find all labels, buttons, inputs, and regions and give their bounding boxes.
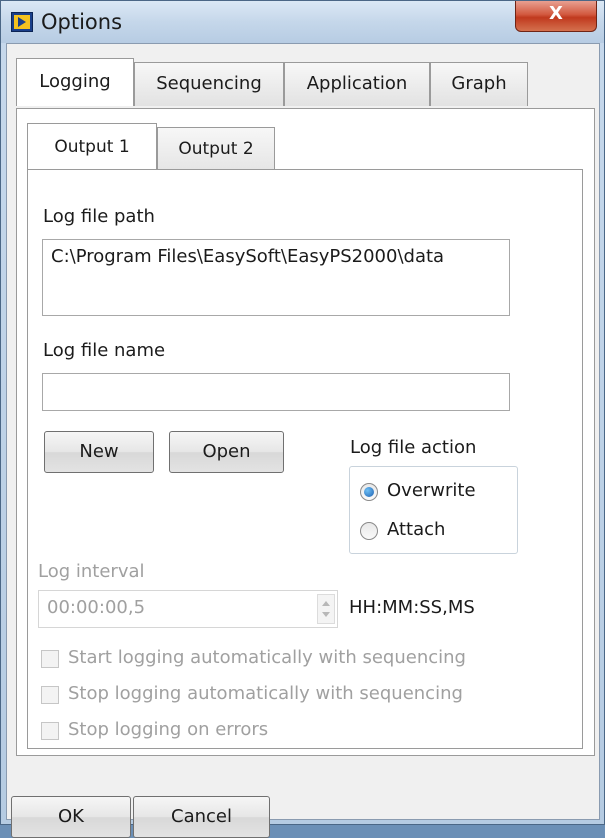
interval-format-label: HH:MM:SS,MS bbox=[349, 597, 475, 618]
log-file-action-group: Overwrite Attach bbox=[349, 466, 518, 554]
start-auto-checkbox[interactable] bbox=[41, 650, 59, 668]
log-file-action-label: Log file action bbox=[350, 437, 477, 458]
app-icon bbox=[11, 12, 33, 32]
stop-auto-checkbox[interactable] bbox=[41, 686, 59, 704]
tab-sequencing[interactable]: Sequencing bbox=[134, 62, 284, 106]
title-bar[interactable]: Options X bbox=[1, 1, 604, 43]
tab-application[interactable]: Application bbox=[284, 62, 430, 106]
attach-label[interactable]: Attach bbox=[387, 519, 445, 540]
log-interval-value: 00:00:00,5 bbox=[47, 597, 146, 618]
overwrite-radio[interactable] bbox=[360, 483, 378, 501]
open-button[interactable]: Open bbox=[169, 431, 284, 473]
overwrite-label[interactable]: Overwrite bbox=[387, 480, 476, 501]
close-button[interactable]: X bbox=[515, 1, 597, 32]
log-file-name-field[interactable] bbox=[42, 373, 510, 411]
tab-graph[interactable]: Graph bbox=[430, 62, 528, 106]
log-interval-label: Log interval bbox=[38, 561, 145, 582]
log-file-path-label: Log file path bbox=[43, 206, 155, 227]
stop-on-errors-checkbox[interactable] bbox=[41, 722, 59, 740]
log-file-path-field[interactable]: C:\Program Files\EasySoft\EasyPS2000\dat… bbox=[42, 239, 510, 316]
cancel-button[interactable]: Cancel bbox=[133, 796, 270, 838]
new-button[interactable]: New bbox=[44, 431, 154, 473]
stop-auto-label[interactable]: Stop logging automatically with sequenci… bbox=[68, 683, 463, 704]
spin-up-icon[interactable] bbox=[322, 601, 330, 606]
window-title: Options bbox=[41, 10, 123, 34]
options-window: Options X Logging Sequencing Application… bbox=[0, 0, 605, 838]
spin-arrows[interactable] bbox=[317, 594, 335, 624]
log-file-name-label: Log file name bbox=[43, 340, 166, 361]
log-interval-spinbox[interactable]: 00:00:00,5 bbox=[38, 590, 338, 628]
start-auto-label[interactable]: Start logging automatically with sequenc… bbox=[68, 647, 466, 668]
tab-output-1[interactable]: Output 1 bbox=[27, 123, 157, 169]
tab-output-2[interactable]: Output 2 bbox=[157, 127, 275, 169]
output-1-panel: Log file path C:\Program Files\EasySoft\… bbox=[27, 169, 583, 749]
tab-logging[interactable]: Logging bbox=[16, 58, 134, 106]
dialog-client-area: Logging Sequencing Application Graph Out… bbox=[6, 43, 600, 838]
logging-tab-panel: Output 1 Output 2 Log file path C:\Progr… bbox=[16, 108, 595, 756]
ok-button[interactable]: OK bbox=[11, 796, 131, 838]
attach-radio[interactable] bbox=[360, 522, 378, 540]
stop-on-errors-label[interactable]: Stop logging on errors bbox=[68, 719, 268, 740]
spin-down-icon[interactable] bbox=[322, 612, 330, 617]
